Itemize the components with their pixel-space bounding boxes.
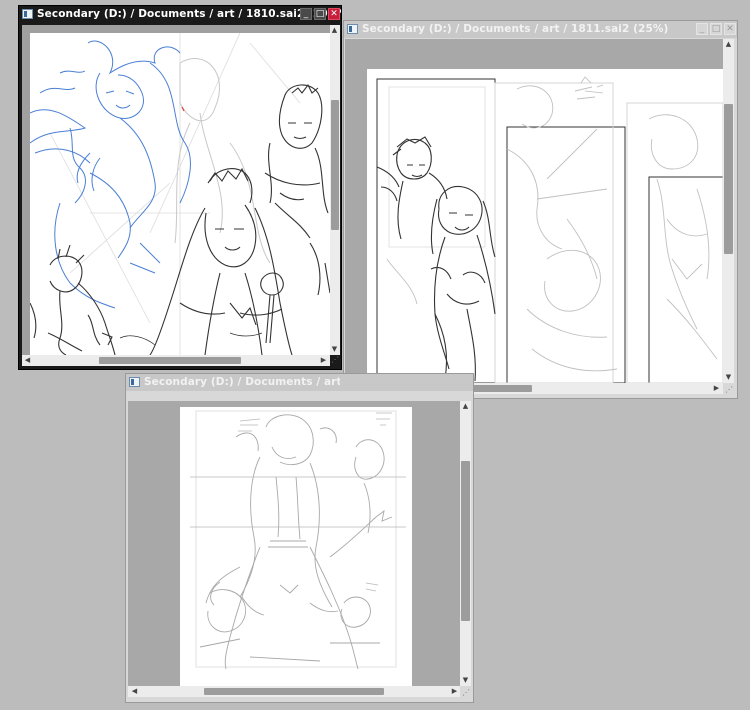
scroll-left-arrow[interactable]: ◀ [23, 356, 32, 365]
scroll-left-arrow[interactable]: ◀ [130, 687, 139, 696]
sketch-drawing [30, 33, 330, 355]
resize-grip[interactable]: ⋰ [724, 385, 734, 395]
maximize-button[interactable]: □ [314, 8, 326, 20]
canvas-artwork[interactable] [30, 33, 330, 355]
resize-grip[interactable]: ⋰ [330, 355, 340, 365]
minimize-button[interactable]: _ [300, 8, 312, 20]
document-icon [22, 9, 33, 19]
horizontal-scrollbar[interactable]: ◀ ▶ [22, 355, 330, 366]
document-icon [347, 24, 358, 34]
scroll-down-arrow[interactable]: ▼ [724, 373, 733, 382]
canvas-artwork[interactable] [180, 407, 412, 686]
canvas-viewport[interactable] [345, 39, 723, 383]
vertical-scrollbar[interactable]: ▲ ▼ [723, 39, 734, 383]
scroll-thumb[interactable] [331, 100, 339, 230]
window-title: Secondary (D:) / Documents / art / 1810.… [37, 8, 341, 20]
scroll-up-arrow[interactable]: ▲ [330, 26, 339, 35]
scroll-up-arrow[interactable]: ▲ [724, 40, 733, 49]
horizontal-scrollbar[interactable]: ◀ ▶ [128, 686, 460, 697]
scroll-down-arrow[interactable]: ▼ [330, 345, 339, 354]
window-titlebar[interactable]: Secondary (D:) / Documents / art / 1811.… [344, 21, 737, 38]
window-titlebar[interactable]: Secondary (D:) / Documents / art / 1812.… [126, 374, 473, 391]
scroll-thumb[interactable] [461, 461, 470, 621]
minimize-button[interactable]: _ [696, 23, 708, 35]
scroll-right-arrow[interactable]: ▶ [712, 384, 721, 393]
sketch-drawing [376, 76, 723, 383]
window-title: Secondary (D:) / Documents / art / 1812.… [144, 376, 340, 388]
close-button[interactable]: ✕ [724, 23, 736, 35]
scroll-thumb[interactable] [724, 104, 733, 254]
scroll-down-arrow[interactable]: ▼ [461, 676, 470, 685]
scroll-up-arrow[interactable]: ▲ [461, 402, 470, 411]
window-title: Secondary (D:) / Documents / art / 1811.… [362, 23, 669, 35]
canvas-viewport[interactable] [22, 25, 330, 355]
scroll-thumb[interactable] [204, 688, 384, 695]
sketch-drawing [190, 410, 406, 670]
maximize-button[interactable]: □ [710, 23, 722, 35]
window-titlebar[interactable]: Secondary (D:) / Documents / art / 1810.… [19, 6, 341, 23]
canvas-window-1812[interactable]: Secondary (D:) / Documents / art / 1812.… [125, 373, 474, 703]
scroll-right-arrow[interactable]: ▶ [450, 687, 459, 696]
canvas-window-1810[interactable]: Secondary (D:) / Documents / art / 1810.… [18, 5, 342, 370]
canvas-artwork[interactable] [367, 69, 723, 383]
canvas-viewport[interactable] [128, 401, 460, 686]
close-button[interactable]: ✕ [328, 8, 340, 20]
vertical-scrollbar[interactable]: ▲ ▼ [330, 25, 340, 355]
scroll-right-arrow[interactable]: ▶ [319, 356, 328, 365]
canvas-window-1811[interactable]: Secondary (D:) / Documents / art / 1811.… [343, 20, 738, 399]
vertical-scrollbar[interactable]: ▲ ▼ [460, 401, 471, 686]
scroll-thumb[interactable] [99, 357, 241, 364]
document-icon [129, 377, 140, 387]
resize-grip[interactable]: ⋰ [461, 688, 471, 698]
